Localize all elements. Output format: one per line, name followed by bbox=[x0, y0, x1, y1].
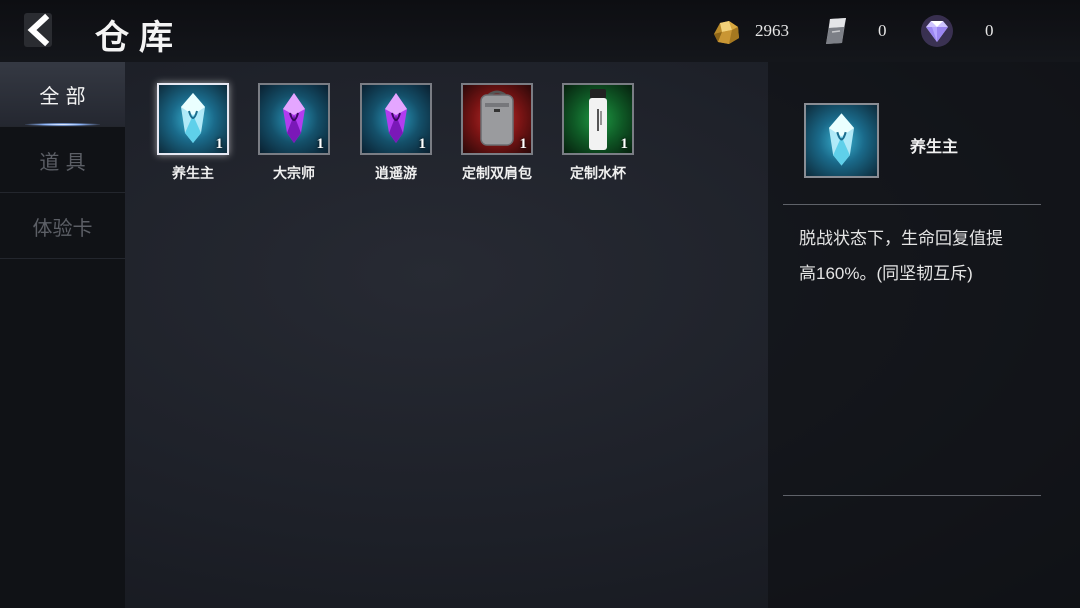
divider bbox=[783, 204, 1041, 205]
item-name: 逍遥游 bbox=[375, 165, 417, 181]
diamond-icon bbox=[921, 15, 953, 47]
gold-amount: 2963 bbox=[755, 21, 789, 40]
silver-amount: 0 bbox=[878, 21, 887, 40]
silver-currency: 0 bbox=[818, 14, 887, 48]
detail-item-name: 养生主 bbox=[910, 139, 959, 156]
diamond-amount: 0 bbox=[985, 21, 994, 40]
inventory-grid: 1 养生主 1 大宗师 1 逍遥游 1 定制双肩包 1 定制水杯 bbox=[125, 62, 768, 608]
item-name: 定制水杯 bbox=[570, 165, 626, 181]
chevron-left-icon bbox=[24, 13, 52, 47]
tab-props[interactable]: 道 具 bbox=[0, 128, 125, 193]
category-sidebar: 全 部 道 具 体验卡 bbox=[0, 62, 125, 608]
item-slot[interactable]: 1 bbox=[562, 83, 634, 155]
description-line: 脱战状态下，生命回复值提 bbox=[799, 229, 1003, 248]
inventory-item-dazongshi[interactable]: 1 大宗师 bbox=[256, 83, 332, 183]
back-button[interactable] bbox=[20, 10, 60, 50]
tab-trial-card[interactable]: 体验卡 bbox=[0, 194, 125, 259]
tab-all[interactable]: 全 部 bbox=[0, 62, 125, 127]
item-count: 1 bbox=[316, 136, 325, 152]
item-slot[interactable]: 1 bbox=[360, 83, 432, 155]
blue-crystal-icon bbox=[828, 113, 855, 166]
item-name: 大宗师 bbox=[273, 165, 315, 181]
item-count: 1 bbox=[215, 136, 224, 152]
inventory-item-xiaoyaoyou[interactable]: 1 逍遥游 bbox=[358, 83, 434, 183]
item-count: 1 bbox=[418, 136, 427, 152]
divider bbox=[783, 495, 1041, 496]
gold-ore-icon bbox=[714, 21, 739, 44]
page-title: 仓库 bbox=[95, 18, 183, 58]
inventory-item-water-bottle[interactable]: 1 定制水杯 bbox=[560, 83, 636, 183]
item-slot[interactable]: 1 bbox=[157, 83, 229, 155]
item-name: 养生主 bbox=[172, 165, 214, 181]
top-bar: 仓库 2963 0 0 bbox=[0, 0, 1080, 62]
gold-currency: 2963 bbox=[709, 14, 789, 48]
description-line: 高160%。(同坚韧互斥) bbox=[799, 264, 973, 283]
diamond-currency: 0 bbox=[920, 14, 994, 48]
item-detail-panel: 养生主 脱战状态下，生命回复值提 高160%。(同坚韧互斥) bbox=[768, 62, 1080, 608]
detail-description: 脱战状态下，生命回复值提 高160%。(同坚韧互斥) bbox=[799, 221, 1033, 291]
inventory-item-backpack[interactable]: 1 定制双肩包 bbox=[459, 83, 535, 183]
item-count: 1 bbox=[620, 136, 629, 152]
detail-item-icon bbox=[804, 103, 879, 178]
inventory-item-yangshengzhu[interactable]: 1 养生主 bbox=[155, 83, 231, 183]
silver-ingot-icon bbox=[826, 18, 846, 44]
item-slot[interactable]: 1 bbox=[258, 83, 330, 155]
item-count: 1 bbox=[519, 136, 528, 152]
item-name: 定制双肩包 bbox=[462, 165, 532, 181]
item-slot[interactable]: 1 bbox=[461, 83, 533, 155]
